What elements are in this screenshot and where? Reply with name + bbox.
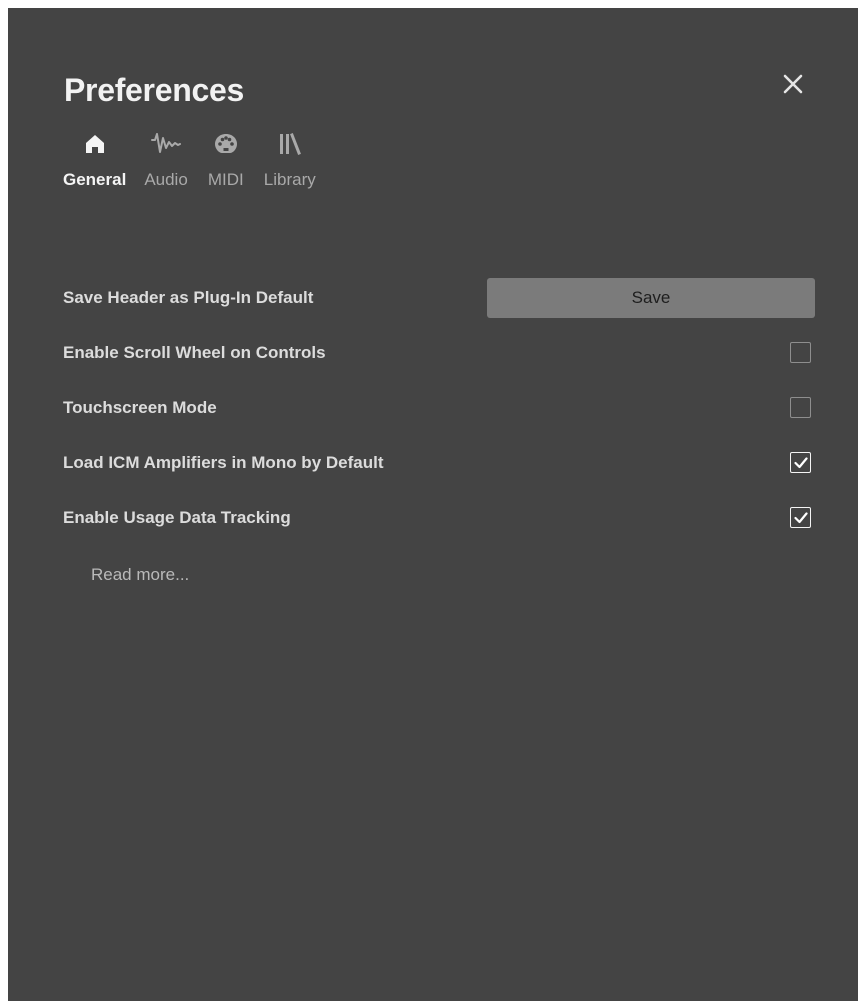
usage-tracking-label: Enable Usage Data Tracking: [63, 507, 291, 527]
library-icon: [279, 133, 301, 155]
tab-library-label: Library: [263, 170, 316, 189]
tab-midi[interactable]: MIDI: [206, 126, 246, 190]
tab-midi-label: MIDI: [207, 170, 244, 189]
tab-general[interactable]: General: [63, 126, 126, 190]
tab-general-label: General: [63, 170, 127, 189]
close-button[interactable]: [778, 69, 808, 99]
setting-row-save-header: Save Header as Plug-In Default Save: [63, 270, 815, 325]
icm-mono-label: Load ICM Amplifiers in Mono by Default: [63, 452, 384, 472]
tab-bar: General Audio MIDI Library: [63, 126, 334, 190]
tab-audio-label: Audio: [144, 170, 188, 189]
touchscreen-checkbox[interactable]: [790, 397, 811, 418]
scroll-wheel-checkbox[interactable]: [790, 342, 811, 363]
waveform-icon: [151, 133, 182, 153]
dialog-title: Preferences: [64, 72, 244, 108]
touchscreen-label: Touchscreen Mode: [63, 397, 217, 417]
save-button[interactable]: Save: [487, 277, 815, 318]
usage-tracking-checkbox[interactable]: [790, 507, 811, 528]
midi-port-icon: [214, 134, 237, 153]
tab-audio[interactable]: Audio: [144, 126, 188, 190]
setting-row-usage-tracking: Enable Usage Data Tracking: [63, 490, 815, 545]
save-header-label: Save Header as Plug-In Default: [63, 287, 314, 307]
home-icon: [85, 135, 104, 153]
tab-library[interactable]: Library: [264, 126, 316, 190]
scroll-wheel-label: Enable Scroll Wheel on Controls: [63, 342, 326, 362]
setting-row-touchscreen: Touchscreen Mode: [63, 380, 815, 435]
checkmark-icon: [793, 456, 808, 468]
preferences-dialog: Preferences General Audio MIDI Library S…: [8, 8, 858, 1001]
icm-mono-checkbox[interactable]: [790, 452, 811, 473]
setting-row-icm-mono: Load ICM Amplifiers in Mono by Default: [63, 435, 815, 490]
setting-row-scroll-wheel: Enable Scroll Wheel on Controls: [63, 325, 815, 380]
read-more-link[interactable]: Read more...: [91, 565, 189, 585]
settings-list: Save Header as Plug-In Default Save Enab…: [63, 270, 815, 545]
checkmark-icon: [793, 511, 808, 523]
close-icon: [783, 74, 803, 94]
